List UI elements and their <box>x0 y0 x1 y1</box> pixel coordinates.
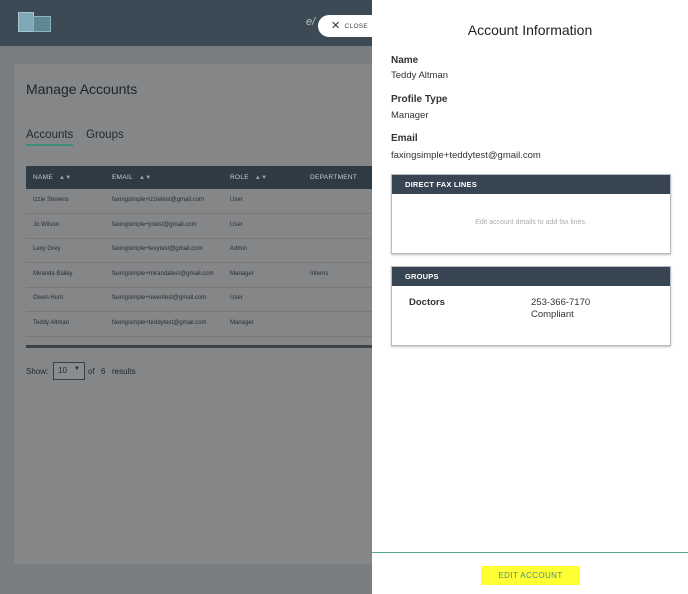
cell-email: faxingsimple+owentest@gmail.com <box>112 295 207 301</box>
close-label: CLOSE <box>344 22 369 30</box>
sort-icon[interactable]: ▲▼ <box>255 175 267 181</box>
active-tab-underline <box>26 144 74 146</box>
page-size-value: 10 <box>58 366 67 375</box>
profile-type-label: Profile Type <box>391 94 448 105</box>
show-label: Show: <box>26 367 49 376</box>
table-header: NAME ▲▼ EMAIL ▲▼ ROLE ▲▼ DEPARTMENT <box>26 166 386 189</box>
tab-groups[interactable]: Groups <box>86 129 124 141</box>
name-label: Name <box>391 55 419 66</box>
email-label: Email <box>391 133 418 144</box>
cell-role: Manager <box>230 320 254 326</box>
cell-role: User <box>230 222 243 228</box>
sort-icon[interactable]: ▲▼ <box>59 175 71 181</box>
tab-groups-label: Groups <box>86 129 124 141</box>
of-label: of <box>88 367 95 376</box>
cell-email: faxingsimple+izzietest@gmail.com <box>112 197 204 203</box>
cell-email: faxingsimple+mirandatest@gmail.com <box>112 271 214 277</box>
account-info-panel: Account Information Name Teddy Altman Pr… <box>372 0 688 594</box>
cell-department: Interns <box>310 271 329 277</box>
profile-type-value: Manager <box>391 110 429 121</box>
column-header-email[interactable]: EMAIL ▲▼ <box>112 174 152 181</box>
group-phone: 253-366-7170 <box>531 297 591 308</box>
sort-icon[interactable]: ▲▼ <box>139 175 151 181</box>
column-header-role[interactable]: ROLE ▲▼ <box>230 174 267 181</box>
table-row[interactable]: Miranda Bailey faxingsimple+mirandatest@… <box>26 263 386 288</box>
cell-name: Lexy Grey <box>33 246 61 252</box>
close-icon: ✕ <box>331 19 341 32</box>
logo <box>18 12 51 32</box>
footer-divider <box>372 552 688 553</box>
table-row[interactable]: Teddy Altman faxingsimple+teddytest@gmai… <box>26 312 386 337</box>
total-count: 6 <box>101 367 106 376</box>
column-header-department[interactable]: DEPARTMENT <box>310 174 357 181</box>
cell-name: Jo Wilson <box>33 222 60 228</box>
table-scrollbar[interactable] <box>26 345 386 348</box>
cell-role: User <box>230 197 243 203</box>
column-header-name[interactable]: NAME ▲▼ <box>33 174 71 181</box>
cell-role: Manager <box>230 271 254 277</box>
table-row[interactable]: Lexy Grey faxingsimple+lexytest@gmail.co… <box>26 238 386 263</box>
cell-role: Admin <box>230 246 248 252</box>
direct-fax-lines-box: DIRECT FAX LINES Edit account details to… <box>391 174 671 254</box>
direct-fax-lines-header: DIRECT FAX LINES <box>392 175 670 194</box>
cell-email: faxingsimple+jotest@gmail.com <box>112 222 197 228</box>
page-title: Manage Accounts <box>26 81 138 97</box>
cell-email: faxingsimple+lexytest@gmail.com <box>112 246 203 252</box>
chevron-down-icon: ▼ <box>74 366 80 372</box>
cell-name: Izzie Stevens <box>33 197 69 203</box>
groups-header: GROUPS <box>392 267 670 286</box>
edit-account-button[interactable]: EDIT ACCOUNT <box>481 566 580 585</box>
group-name: Doctors <box>409 297 445 308</box>
panel-title: Account Information <box>467 22 593 38</box>
email-value: faxingsimple+teddytest@gmail.com <box>391 150 541 161</box>
groups-box: GROUPS Doctors 253-366-7170 Compliant <box>391 266 671 346</box>
results-label: results <box>112 367 136 376</box>
group-status: Compliant <box>531 309 574 320</box>
tab-accounts-label: Accounts <box>26 129 74 141</box>
table-row[interactable]: Owen Hunt faxingsimple+owentest@gmail.co… <box>26 287 386 312</box>
cell-name: Owen Hunt <box>33 295 64 301</box>
fax-lines-empty-message: Edit account details to add fax lines. <box>475 219 587 226</box>
table-row[interactable]: Jo Wilson faxingsimple+jotest@gmail.com … <box>26 214 386 239</box>
tab-accounts[interactable]: Accounts <box>26 129 74 146</box>
cell-name: Miranda Bailey <box>33 271 73 277</box>
table-row[interactable]: Izzie Stevens faxingsimple+izzietest@gma… <box>26 189 386 214</box>
page-size-select[interactable]: 10 ▼ <box>53 362 85 380</box>
cell-email: faxingsimple+teddytest@gmail.com <box>112 320 207 326</box>
topbar-text-fragment: e/ <box>306 16 316 28</box>
name-value: Teddy Altman <box>391 70 449 81</box>
cell-role: User <box>230 295 243 301</box>
cell-name: Teddy Altman <box>33 320 70 326</box>
